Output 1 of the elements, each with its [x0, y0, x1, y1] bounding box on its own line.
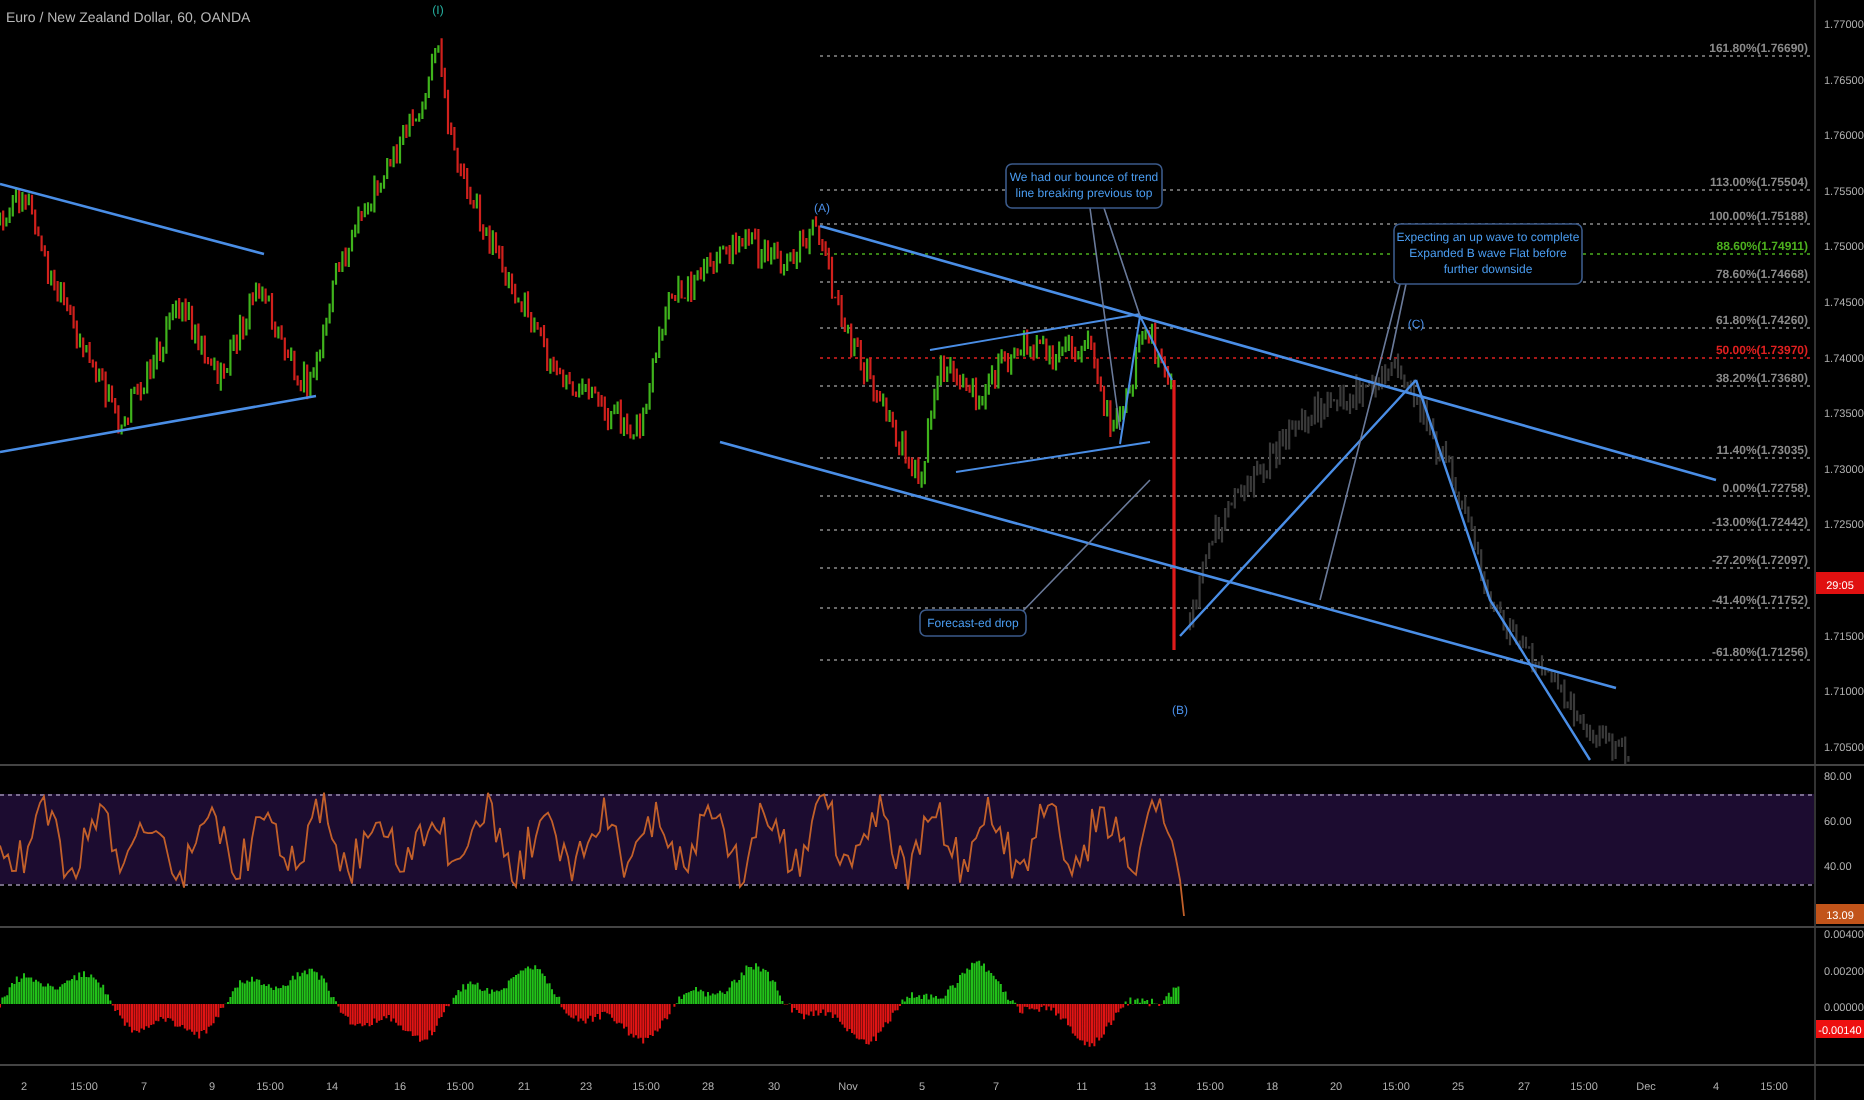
leader-line	[1021, 479, 1151, 613]
